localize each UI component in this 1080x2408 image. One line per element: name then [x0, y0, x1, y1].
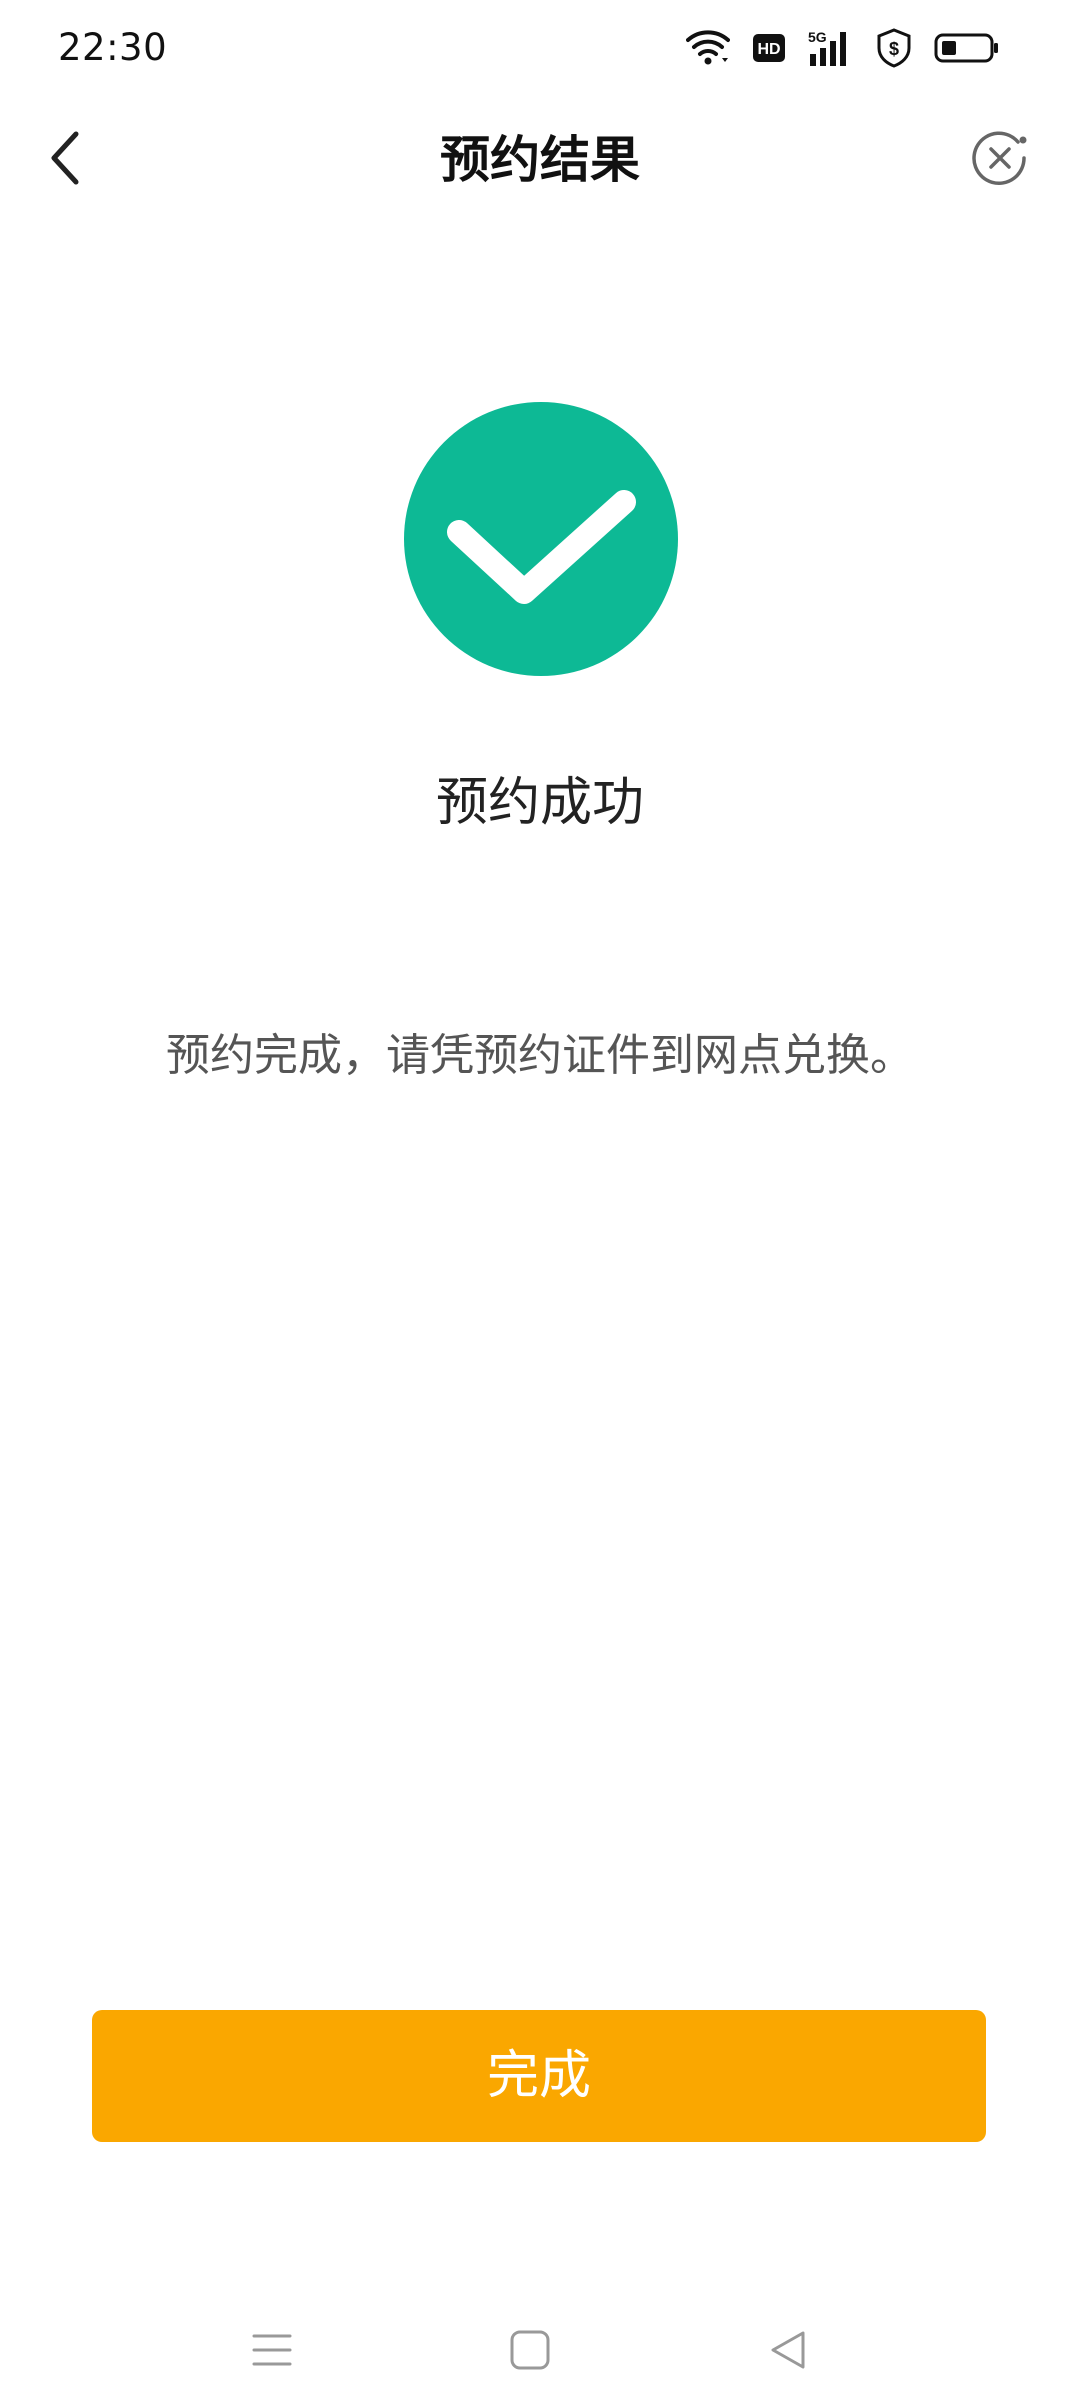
- home-icon: [509, 2329, 551, 2375]
- header: 预约结果: [0, 110, 1080, 210]
- back-triangle-icon: [767, 2329, 809, 2375]
- done-button[interactable]: 完成: [92, 2010, 986, 2142]
- check-circle-icon: [404, 402, 678, 676]
- wifi-icon: [686, 28, 730, 68]
- status-bar: 22:30 HD 5G $: [0, 0, 1080, 96]
- svg-text:$: $: [889, 39, 899, 59]
- navigation-bar: [0, 2300, 1080, 2400]
- close-circle-icon: [970, 128, 1030, 192]
- network-label: 5G: [808, 29, 827, 45]
- status-time: 22:30: [58, 26, 168, 69]
- status-icons: HD 5G $: [686, 26, 1000, 70]
- result-title: 预约成功: [435, 773, 644, 833]
- battery-icon: [934, 32, 1000, 64]
- shield-dollar-icon: $: [876, 28, 912, 68]
- page-title: 预约结果: [440, 131, 640, 189]
- nav-menu-button[interactable]: [240, 2320, 304, 2384]
- close-button[interactable]: [968, 128, 1032, 192]
- hd-label: HD: [757, 41, 780, 58]
- signal-5g-icon: 5G: [808, 28, 854, 68]
- nav-home-button[interactable]: [498, 2320, 562, 2384]
- hd-icon: HD: [752, 33, 786, 63]
- nav-back-button[interactable]: [756, 2320, 820, 2384]
- menu-icon: [250, 2330, 294, 2374]
- result-message: 预约完成，请凭预约证件到网点兑换。: [166, 1030, 914, 1081]
